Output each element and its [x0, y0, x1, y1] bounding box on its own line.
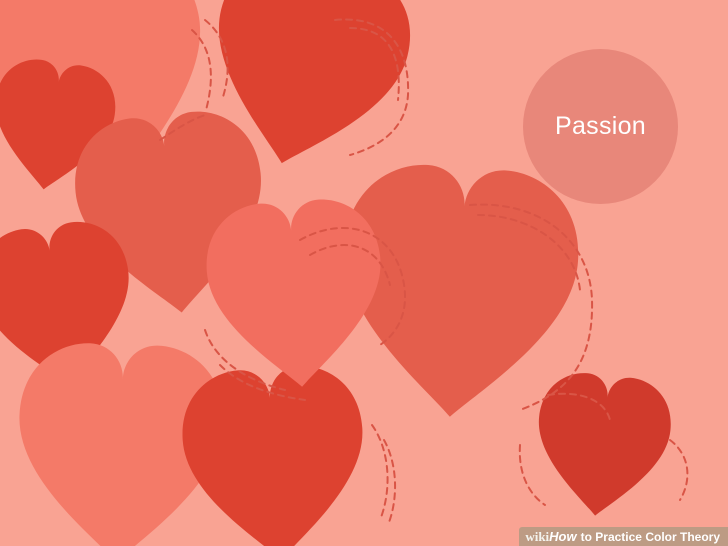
watermark-title: to Practice Color Theory [580, 529, 720, 544]
heart-icon [529, 368, 676, 523]
heart-icon [178, 361, 372, 546]
wikihow-watermark: wiki How to Practice Color Theory [519, 527, 728, 546]
illustration: Passion wiki How to Practice Color Theor… [0, 0, 728, 546]
heart-icon [202, 195, 389, 393]
passion-badge: Passion [523, 49, 678, 204]
passion-label: Passion [554, 112, 647, 140]
watermark-brand: wiki [525, 528, 550, 544]
watermark-how: How [549, 529, 577, 544]
